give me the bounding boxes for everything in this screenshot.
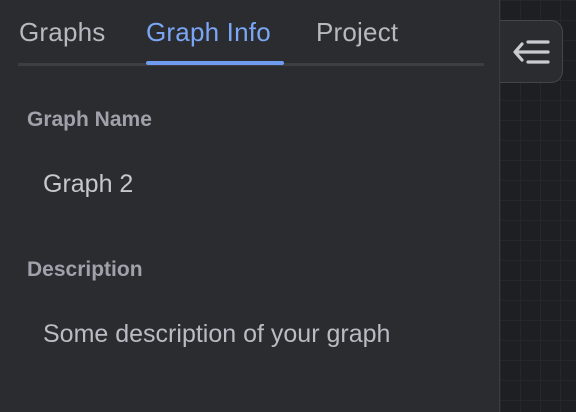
description-input[interactable] — [27, 309, 477, 359]
graph-name-input[interactable] — [27, 159, 477, 209]
tab-project[interactable]: Project — [316, 17, 398, 48]
panel-tabs: Graphs Graph Info Project — [18, 0, 484, 66]
tab-graph-info[interactable]: Graph Info — [146, 17, 271, 48]
collapse-panel-button[interactable] — [500, 20, 563, 83]
graph-name-label: Graph Name — [27, 108, 152, 131]
collapse-panel-icon — [513, 40, 550, 64]
side-panel: Graphs Graph Info Project Graph Name Des… — [0, 0, 500, 412]
tab-graphs[interactable]: Graphs — [19, 17, 105, 48]
active-tab-indicator — [146, 61, 284, 65]
description-label: Description — [27, 258, 143, 281]
